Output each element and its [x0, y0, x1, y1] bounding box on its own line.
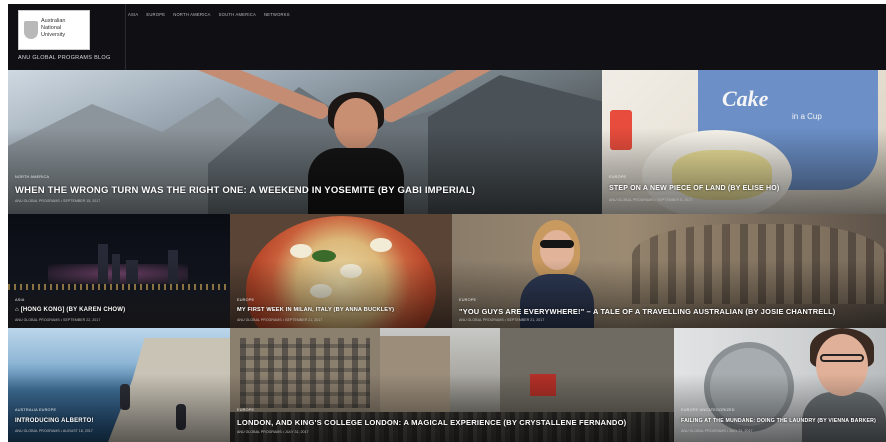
post-meta: ANU GLOBAL PROGRAMS • SEPTEMBER 22, 2017	[15, 318, 101, 322]
post-category[interactable]: EUROPE	[459, 298, 476, 302]
post-meta: ANU GLOBAL PROGRAMS • AUGUST 18, 2017	[15, 429, 93, 433]
crest-icon	[24, 21, 38, 39]
blog-title[interactable]: ANU GLOBAL PROGRAMS BLOG	[18, 55, 111, 61]
logo-line-1: Australian	[41, 18, 66, 24]
nav-item-south-america[interactable]: SOUTH AMERICA	[219, 12, 256, 17]
blog-page: Australian National University ANU GLOBA…	[8, 4, 886, 442]
post-category[interactable]: NORTH AMERICA	[15, 175, 49, 179]
post-category[interactable]: ASIA	[15, 298, 24, 302]
main-nav: ASIA EUROPE NORTH AMERICA SOUTH AMERICA …	[128, 12, 290, 17]
nav-item-networks[interactable]: NETWORKS	[264, 12, 290, 17]
post-tile-hong-kong[interactable]: ASIA ⌂ [HONG KONG] (BY KAREN CHOW) ANU G…	[8, 214, 230, 328]
post-title[interactable]: FAILING AT THE MUNDANE: DOING THE LAUNDR…	[681, 418, 876, 424]
post-tile-laundry[interactable]: EUROPE UNCATEGORIZED FAILING AT THE MUND…	[674, 328, 886, 442]
post-category[interactable]: EUROPE	[237, 298, 254, 302]
post-meta: ANU GLOBAL PROGRAMS • JULY 21, 2017	[681, 429, 753, 433]
post-title[interactable]: STEP ON A NEW PIECE OF LAND (BY ELISE HO…	[609, 185, 779, 192]
post-title[interactable]: "YOU GUYS ARE EVERYWHERE!" – A TALE OF A…	[459, 307, 835, 316]
post-category[interactable]: AUSTRALIA EUROPE	[15, 408, 56, 412]
post-category[interactable]: EUROPE	[237, 408, 254, 412]
post-tile-london[interactable]: EUROPE LONDON, AND KING'S COLLEGE LONDON…	[230, 328, 674, 442]
post-tile-yosemite[interactable]: NORTH AMERICA WHEN THE WRONG TURN WAS TH…	[8, 70, 602, 214]
nav-item-north-america[interactable]: NORTH AMERICA	[173, 12, 210, 17]
post-tile-travelling-australian[interactable]: EUROPE "YOU GUYS ARE EVERYWHERE!" – A TA…	[452, 214, 886, 328]
nav-item-asia[interactable]: ASIA	[128, 12, 138, 17]
post-tile-milan[interactable]: EUROPE MY FIRST WEEK IN MILAN, ITALY (BY…	[230, 214, 452, 328]
post-meta: ANU GLOBAL PROGRAMS • SEPTEMBER 8, 2017	[609, 198, 693, 202]
post-title[interactable]: ⌂ [HONG KONG] (BY KAREN CHOW)	[15, 307, 125, 313]
post-tile-alberto[interactable]: AUSTRALIA EUROPE INTRODUCING ALBERTO! AN…	[8, 328, 230, 442]
post-meta: ANU GLOBAL PROGRAMS • SEPTEMBER 21, 2017	[237, 318, 323, 322]
post-title[interactable]: INTRODUCING ALBERTO!	[15, 418, 94, 424]
brand-area: Australian National University ANU GLOBA…	[8, 4, 126, 70]
logo-line-2: National	[41, 25, 62, 31]
post-category[interactable]: EUROPE	[609, 175, 626, 179]
logo-line-3: University	[41, 32, 66, 38]
post-tile-new-land[interactable]: Cake in a Cup EUROPE STEP ON A NEW PIECE…	[602, 70, 886, 214]
post-category[interactable]: EUROPE UNCATEGORIZED	[681, 408, 735, 412]
post-title[interactable]: MY FIRST WEEK IN MILAN, ITALY (BY ANNA B…	[237, 307, 394, 313]
site-header: Australian National University ANU GLOBA…	[8, 4, 886, 70]
nav-item-europe[interactable]: EUROPE	[146, 12, 165, 17]
post-meta: ANU GLOBAL PROGRAMS • SEPTEMBER 21, 2017	[459, 318, 545, 322]
post-meta: ANU GLOBAL PROGRAMS • JULY 31, 2017	[237, 430, 309, 434]
anu-logo[interactable]: Australian National University	[18, 10, 90, 50]
post-title[interactable]: LONDON, AND KING'S COLLEGE LONDON: A MAG…	[237, 418, 626, 427]
post-meta: ANU GLOBAL PROGRAMS • SEPTEMBER 15, 2017	[15, 199, 101, 203]
post-title[interactable]: WHEN THE WRONG TURN WAS THE RIGHT ONE: A…	[15, 185, 475, 196]
